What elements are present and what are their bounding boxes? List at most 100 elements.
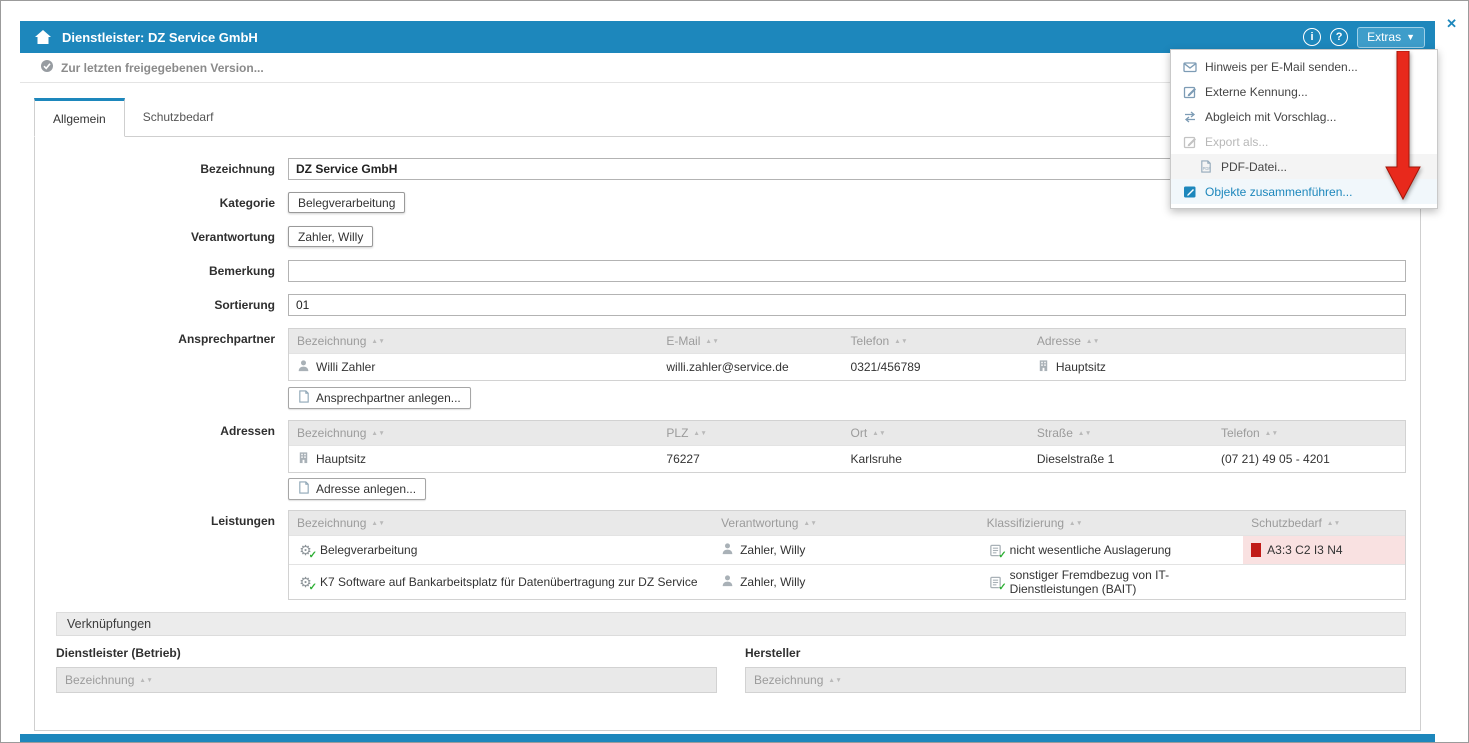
column-label: E-Mail xyxy=(666,334,700,348)
address-name: Hauptsitz xyxy=(316,452,366,466)
table-row[interactable]: ⚙✓ K7 Software auf Bankarbeitsplatz für … xyxy=(289,564,1405,599)
extras-button-label: Extras xyxy=(1367,30,1401,44)
column-header-telefon[interactable]: Telefon▲▼ xyxy=(843,329,1029,353)
column-header-telefon[interactable]: Telefon▲▼ xyxy=(1213,421,1405,445)
column-label: Bezeichnung xyxy=(754,673,823,687)
contact-phone: 0321/456789 xyxy=(851,360,921,374)
adressen-actions-row: Adresse anlegen... xyxy=(35,478,1406,500)
export-icon xyxy=(1183,135,1197,149)
column-header-plz[interactable]: PLZ▲▼ xyxy=(658,421,842,445)
extras-menu: Hinweis per E-Mail senden... Externe Ken… xyxy=(1170,49,1438,209)
person-icon xyxy=(721,542,734,558)
app-window: Dienstleister: DZ Service GmbH i ? Extra… xyxy=(0,0,1469,743)
contact-name: Willi Zahler xyxy=(316,360,375,374)
footer-bar xyxy=(20,734,1435,742)
table-row[interactable]: Willi Zahler willi.zahler@service.de 032… xyxy=(289,353,1405,380)
service-check-icon: ⚙✓ xyxy=(297,574,314,590)
hersteller-column: Hersteller Bezeichnung ▲▼ xyxy=(745,646,1406,693)
leistungen-row: Leistungen Bezeichnung▲▼ Verantwortung▲▼… xyxy=(35,510,1406,600)
dienstleister-betrieb-label: Dienstleister (Betrieb) xyxy=(56,646,717,660)
tab-allgemein[interactable]: Allgemein xyxy=(34,98,125,137)
column-header-ort[interactable]: Ort▲▼ xyxy=(843,421,1029,445)
menu-item-objekte-zusammenfuehren[interactable]: Objekte zusammenführen... xyxy=(1171,179,1437,204)
sortierung-row: Sortierung xyxy=(35,294,1406,316)
column-header-bezeichnung[interactable]: Bezeichnung▲▼ xyxy=(289,421,658,445)
verantwortung-label: Verantwortung xyxy=(35,226,288,248)
sort-icon: ▲▼ xyxy=(693,430,707,437)
column-label: Bezeichnung xyxy=(65,673,134,687)
ansprechpartner-actions-row: Ansprechpartner anlegen... xyxy=(35,387,1406,409)
person-icon xyxy=(297,359,310,375)
sort-icon: ▲▼ xyxy=(1069,520,1083,527)
last-approved-version-link[interactable]: Zur letzten freigegebenen Version... xyxy=(61,61,264,75)
ansprechpartner-row: Ansprechpartner Bezeichnung▲▼ E-Mail ▲▼ T… xyxy=(35,328,1406,381)
dienstleister-betrieb-column: Dienstleister (Betrieb) Bezeichnung▲▼ xyxy=(56,646,717,693)
bemerkung-row: Bemerkung xyxy=(35,260,1406,282)
address-plz: 76227 xyxy=(666,452,699,466)
column-header-bezeichnung[interactable]: Bezeichnung ▲▼ xyxy=(746,668,1405,692)
add-ansprechpartner-button[interactable]: Ansprechpartner anlegen... xyxy=(288,387,471,409)
sortierung-label: Sortierung xyxy=(35,294,288,316)
column-header-schutzbedarf[interactable]: Schutzbedarf▲▼ xyxy=(1243,511,1405,535)
bezeichnung-label: Bezeichnung xyxy=(35,158,288,180)
chevron-down-icon: ▼ xyxy=(1406,32,1415,42)
compare-arrows-icon xyxy=(1183,110,1197,124)
sortierung-input[interactable] xyxy=(288,294,1406,316)
menu-item-abgleich-vorschlag[interactable]: Abgleich mit Vorschlag... xyxy=(1171,104,1437,129)
email-icon xyxy=(1183,60,1197,74)
hersteller-label: Hersteller xyxy=(745,646,1406,660)
table-header: Bezeichnung ▲▼ xyxy=(746,668,1405,692)
classification-check-icon: ✓ xyxy=(987,574,1004,590)
column-header-klassifizierung[interactable]: Klassifizierung▲▼ xyxy=(979,511,1243,535)
menu-item-externe-kennung[interactable]: Externe Kennung... xyxy=(1171,79,1437,104)
menu-item-label: PDF-Datei... xyxy=(1221,160,1287,174)
column-header-verantwortung[interactable]: Verantwortung▲▼ xyxy=(713,511,979,535)
menu-item-pdf-datei[interactable]: PDF PDF-Datei... xyxy=(1171,154,1437,179)
column-label: Telefon xyxy=(851,334,890,348)
verknuepfungen-title: Verknüpfungen xyxy=(67,617,151,631)
column-label: Bezeichnung xyxy=(297,516,366,530)
sort-icon: ▲▼ xyxy=(1086,338,1100,345)
ansprechpartner-label: Ansprechpartner xyxy=(35,328,288,381)
menu-item-label: Export als... xyxy=(1205,135,1268,149)
pdf-file-icon: PDF xyxy=(1199,160,1213,173)
menu-item-hinweis-email[interactable]: Hinweis per E-Mail senden... xyxy=(1171,54,1437,79)
column-header-adresse[interactable]: Adresse▲▼ xyxy=(1029,329,1405,353)
table-row[interactable]: Hauptsitz 76227 Karlsruhe Dieselstraße 1… xyxy=(289,445,1405,472)
tab-schutzbedarf[interactable]: Schutzbedarf xyxy=(125,97,232,136)
leistungen-table: Bezeichnung ▲▼ Verantwortung▲▼ Klassifizi… xyxy=(288,510,1406,600)
kategorie-chip[interactable]: Belegverarbeitung xyxy=(288,192,405,213)
leistung-klassifizierung: sonstiger Fremdbezug von IT-Dienstleistu… xyxy=(1010,568,1235,596)
sort-icon: ▲▼ xyxy=(705,338,719,345)
address-strasse: Dieselstraße 1 xyxy=(1037,452,1114,466)
verknuepfungen-header: Verknüpfungen xyxy=(56,612,1406,636)
adressen-label: Adressen xyxy=(35,420,288,473)
column-header-bezeichnung[interactable]: Bezeichnung▲▼ xyxy=(289,329,658,353)
adressen-row: Adressen Bezeichnung▲▼ PLZ▲▼ Ort▲▼ Straß… xyxy=(35,420,1406,473)
bemerkung-input[interactable] xyxy=(288,260,1406,282)
service-check-icon: ⚙✓ xyxy=(297,542,314,558)
contact-email: willi.zahler@service.de xyxy=(666,360,788,374)
column-header-email[interactable]: E-Mail ▲▼ xyxy=(658,329,842,353)
info-icon[interactable]: i xyxy=(1303,28,1321,46)
sort-icon: ▲▼ xyxy=(371,520,385,527)
column-header-bezeichnung[interactable]: Bezeichnung▲▼ xyxy=(57,668,716,692)
table-header: Bezeichnung▲▼ PLZ▲▼ Ort▲▼ Straße▲▼ Telef… xyxy=(289,421,1405,445)
column-header-bezeichnung[interactable]: Bezeichnung ▲▼ xyxy=(289,511,713,535)
adressen-table: Bezeichnung▲▼ PLZ▲▼ Ort▲▼ Straße▲▼ Telef… xyxy=(288,420,1406,473)
close-icon[interactable]: ✕ xyxy=(1446,16,1457,32)
add-adresse-button[interactable]: Adresse anlegen... xyxy=(288,478,426,500)
verantwortung-chip[interactable]: Zahler, Willy xyxy=(288,226,373,247)
column-label: Telefon xyxy=(1221,426,1260,440)
verantwortung-row: Verantwortung Zahler, Willy xyxy=(35,226,1406,248)
column-label: Straße xyxy=(1037,426,1073,440)
column-header-strasse[interactable]: Straße▲▼ xyxy=(1029,421,1213,445)
verknuepfungen-section: Verknüpfungen Dienstleister (Betrieb) Be… xyxy=(56,612,1406,693)
help-icon[interactable]: ? xyxy=(1330,28,1348,46)
kategorie-label: Kategorie xyxy=(35,192,288,214)
extras-button[interactable]: Extras ▼ xyxy=(1357,27,1425,48)
classification-check-icon: ✓ xyxy=(987,542,1004,558)
sort-icon: ▲▼ xyxy=(828,677,842,684)
hersteller-table: Bezeichnung ▲▼ xyxy=(745,667,1406,693)
table-row[interactable]: ⚙✓ Belegverarbeitung Zahler, Willy ✓ nic… xyxy=(289,535,1405,564)
